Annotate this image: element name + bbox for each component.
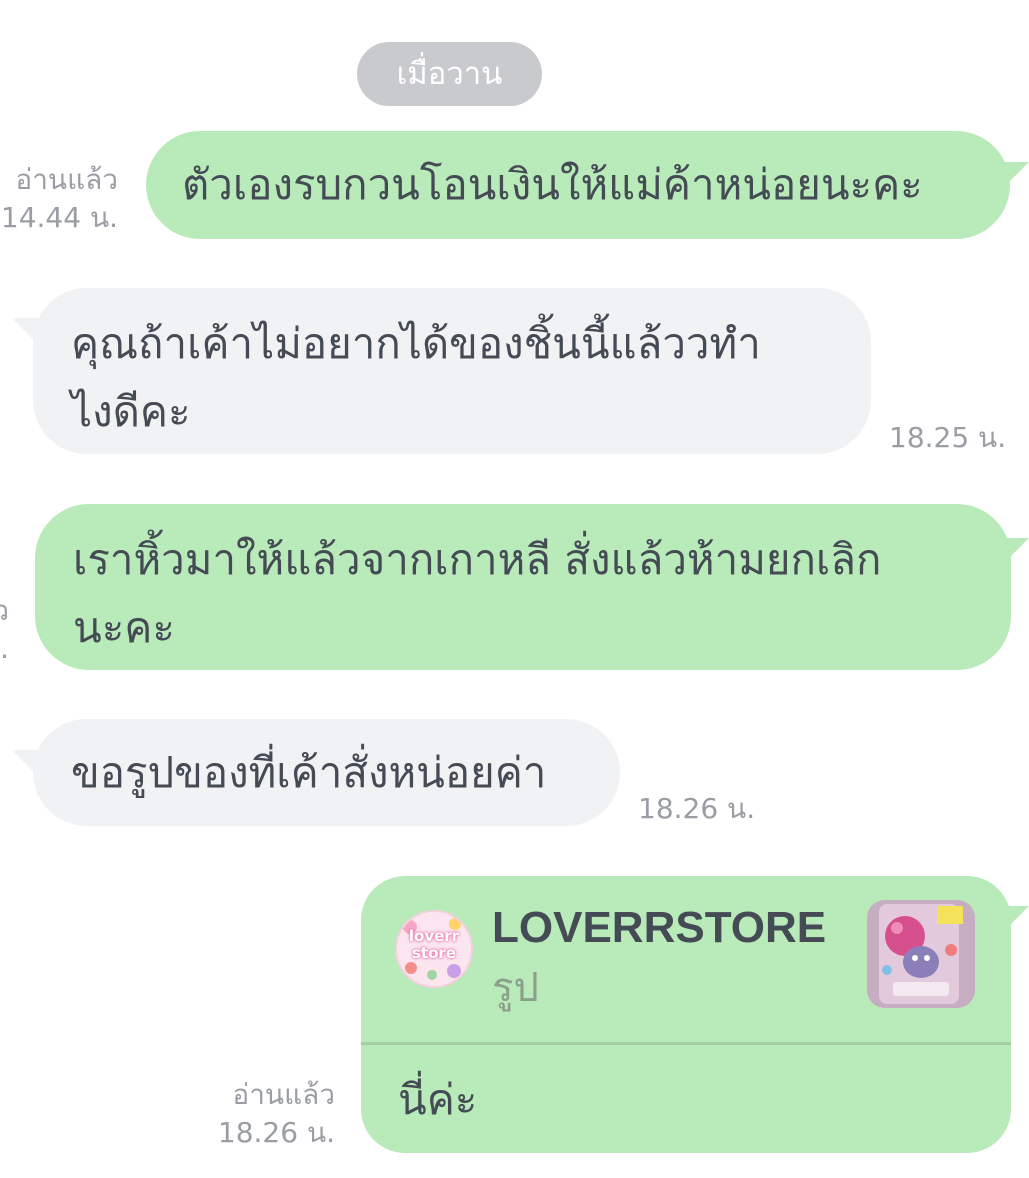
message-text-line: ไงดีคะ [71,387,191,436]
bubble-tail [1003,162,1029,188]
message-bubble-incoming[interactable]: คุณถ้าเค้าไม่อยากได้ของชิ้นนี้แล้ววทำ ไง… [33,288,871,454]
message-time: 18.25 น. [889,421,1007,454]
bubble-tail [1003,538,1029,564]
message-time: 18.26 น. [217,1116,335,1149]
message-text: ขอรูปของที่เค้าสั่งหน่อยค่า [71,748,547,797]
read-receipt: อ่านแล้ว [15,163,118,196]
message-text-line: นะคะ [73,603,175,652]
shared-item-card-bubble[interactable]: loverr store LOVERRSTORE รูป นี่ค่ะ [361,876,1011,1153]
message-meta-clipped: ว . [0,592,9,668]
product-photo-graphic [867,900,975,1008]
read-receipt-fragment: ว [0,594,9,627]
message-text-line: คุณถ้าเค้าไม่อยากได้ของชิ้นนี้แล้ววทำ [71,319,761,368]
product-photo-thumbnail-icon[interactable] [867,900,975,1008]
message-meta: อ่านแล้ว 18.26 น. [218,1076,335,1152]
message-meta: อ่านแล้ว 14.44 น. [1,161,118,237]
date-separator: เมื่อวาน [357,42,542,106]
card-subtitle: รูป [492,965,539,1011]
bubble-tail [12,750,38,776]
message-bubble-incoming[interactable]: ขอรูปของที่เค้าสั่งหน่อยค่า [33,719,620,826]
bubble-tail [12,318,38,344]
read-receipt: อ่านแล้ว [232,1078,335,1111]
message-bubble-outgoing[interactable]: เราหิ้วมาให้แล้วจากเกาหลี สั่งแล้วห้ามยก… [35,504,1011,670]
loverrstore-logo-icon: loverr store [395,910,473,988]
bubble-tail [1003,906,1029,932]
message-time: 14.44 น. [0,201,118,234]
message-text: นี่ค่ะ [398,1075,478,1124]
message-time: 18.26 น. [638,792,756,825]
logo-text: loverr store [408,927,460,962]
card-title: LOVERRSTORE [492,903,827,952]
message-time-fragment: . [0,632,9,665]
message-text-line: เราหิ้วมาให้แล้วจากเกาหลี สั่งแล้วห้ามยก… [73,535,882,584]
message-text: ตัวเองรบกวนโอนเงินให้แม่ค้าหน่อยนะคะ [182,160,923,209]
message-bubble-outgoing[interactable]: ตัวเองรบกวนโอนเงินให้แม่ค้าหน่อยนะคะ [146,131,1010,239]
card-divider [361,1042,1011,1045]
